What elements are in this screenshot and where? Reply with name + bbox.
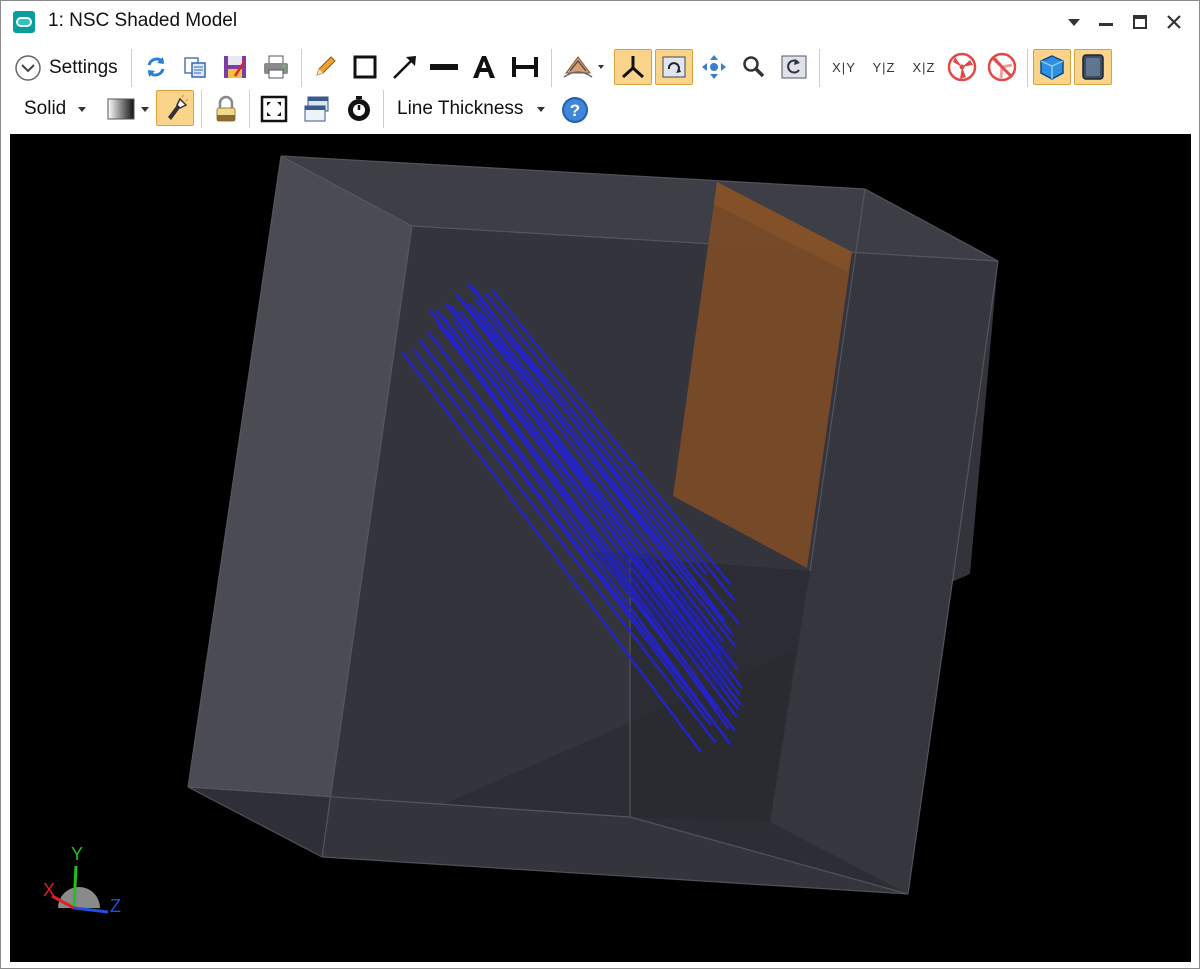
lock-icon[interactable] [209,92,243,126]
zoom-icon[interactable] [737,51,771,83]
close-icon[interactable] [1159,7,1189,37]
dimension-icon[interactable] [507,51,543,83]
fan-icon[interactable] [945,51,979,83]
axis-label-x: X [43,880,55,900]
xz-view-button[interactable]: X|Z [905,53,943,81]
separator [301,49,302,87]
title-bar: 1: NSC Shaded Model [1,1,1199,43]
timer-icon[interactable] [341,92,377,126]
separator [131,49,132,87]
axis-label-y: Y [71,844,83,864]
shaded-model-canvas: Y X Z [43,155,999,916]
pan-icon[interactable] [697,51,731,83]
redraw-icon[interactable] [655,49,693,85]
nsc-shaded-model-window: 1: NSC Shaded Model Settings X|Y Y|Z X|Z… [0,0,1200,969]
y-axis-line [72,865,78,909]
settings-expand-icon[interactable] [13,53,43,83]
save-icon[interactable] [219,51,251,83]
yz-view-button[interactable]: Y|Z [865,53,903,81]
fit-view-icon[interactable] [256,92,292,126]
line-icon[interactable] [427,51,461,83]
separator [383,90,384,128]
axis-label-z: Z [110,896,121,916]
maximize-icon[interactable] [1125,7,1155,37]
rotate-view-dropdown[interactable] [559,51,609,83]
pencil-icon[interactable] [309,51,341,83]
window-icon[interactable] [299,92,335,126]
svg-text:?: ? [570,101,580,120]
rectangle-icon[interactable] [349,51,381,83]
line-thickness-dropdown[interactable]: Line Thickness [397,98,523,120]
no-fan-icon[interactable] [985,51,1019,83]
chevron-down-icon[interactable] [534,101,548,117]
axes-icon[interactable] [614,49,652,85]
copy-icon[interactable] [179,51,211,83]
chevron-down-icon[interactable] [75,101,89,117]
text-icon[interactable] [467,51,501,83]
print-icon[interactable] [259,51,293,83]
arrow-icon[interactable] [389,51,421,83]
axis-triad: Y X Z [43,844,121,916]
flashlight-icon[interactable] [156,90,194,126]
separator [1027,49,1028,87]
window-menu-dropdown-icon[interactable] [1059,7,1089,37]
refresh-icon[interactable] [141,51,171,83]
reset-view-icon[interactable] [777,51,811,83]
separator [819,49,820,87]
app-icon [13,11,35,33]
separator [551,49,552,87]
help-icon[interactable]: ? [559,94,591,126]
render-mode-dropdown[interactable]: Solid [24,98,66,120]
xy-view-button[interactable]: X|Y [825,53,863,81]
3d-viewport[interactable]: Y X Z [10,134,1191,962]
separator [249,90,250,128]
z-axis-line [73,906,109,914]
minimize-icon[interactable] [1091,7,1121,37]
window-title: 1: NSC Shaded Model [48,10,238,31]
separator [201,90,202,128]
solid-cube-icon[interactable] [1033,49,1071,85]
device-icon[interactable] [1074,49,1112,85]
settings-button[interactable]: Settings [49,57,118,79]
gradient-dropdown[interactable] [103,93,155,125]
